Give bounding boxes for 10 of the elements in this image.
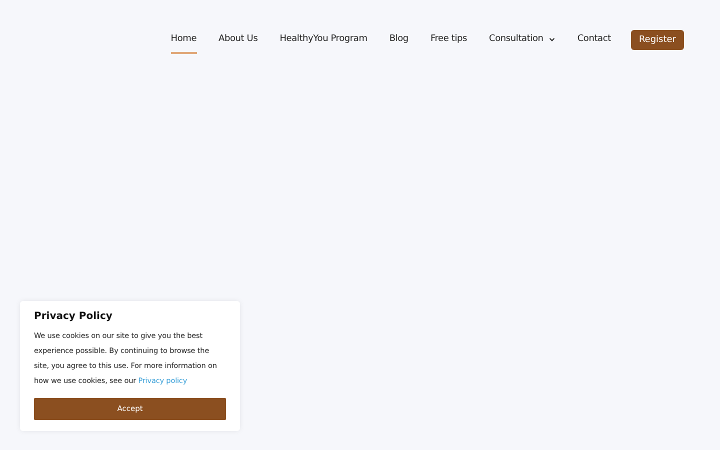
register-button[interactable]: Register [630,30,684,50]
nav-link[interactable]: Contact [577,34,611,54]
popup-title: Privacy Policy [34,311,114,322]
nav-link[interactable]: Blog [389,34,408,54]
nav-link[interactable]: Home [170,34,197,54]
nav-link[interactable]: About Us [218,34,258,54]
nav-link[interactable]: Consultation [489,34,556,54]
nav-link[interactable]: Free tips [430,34,468,54]
nav-link[interactable]: HealthyYou Program [280,34,368,54]
caret-icon [549,36,556,42]
